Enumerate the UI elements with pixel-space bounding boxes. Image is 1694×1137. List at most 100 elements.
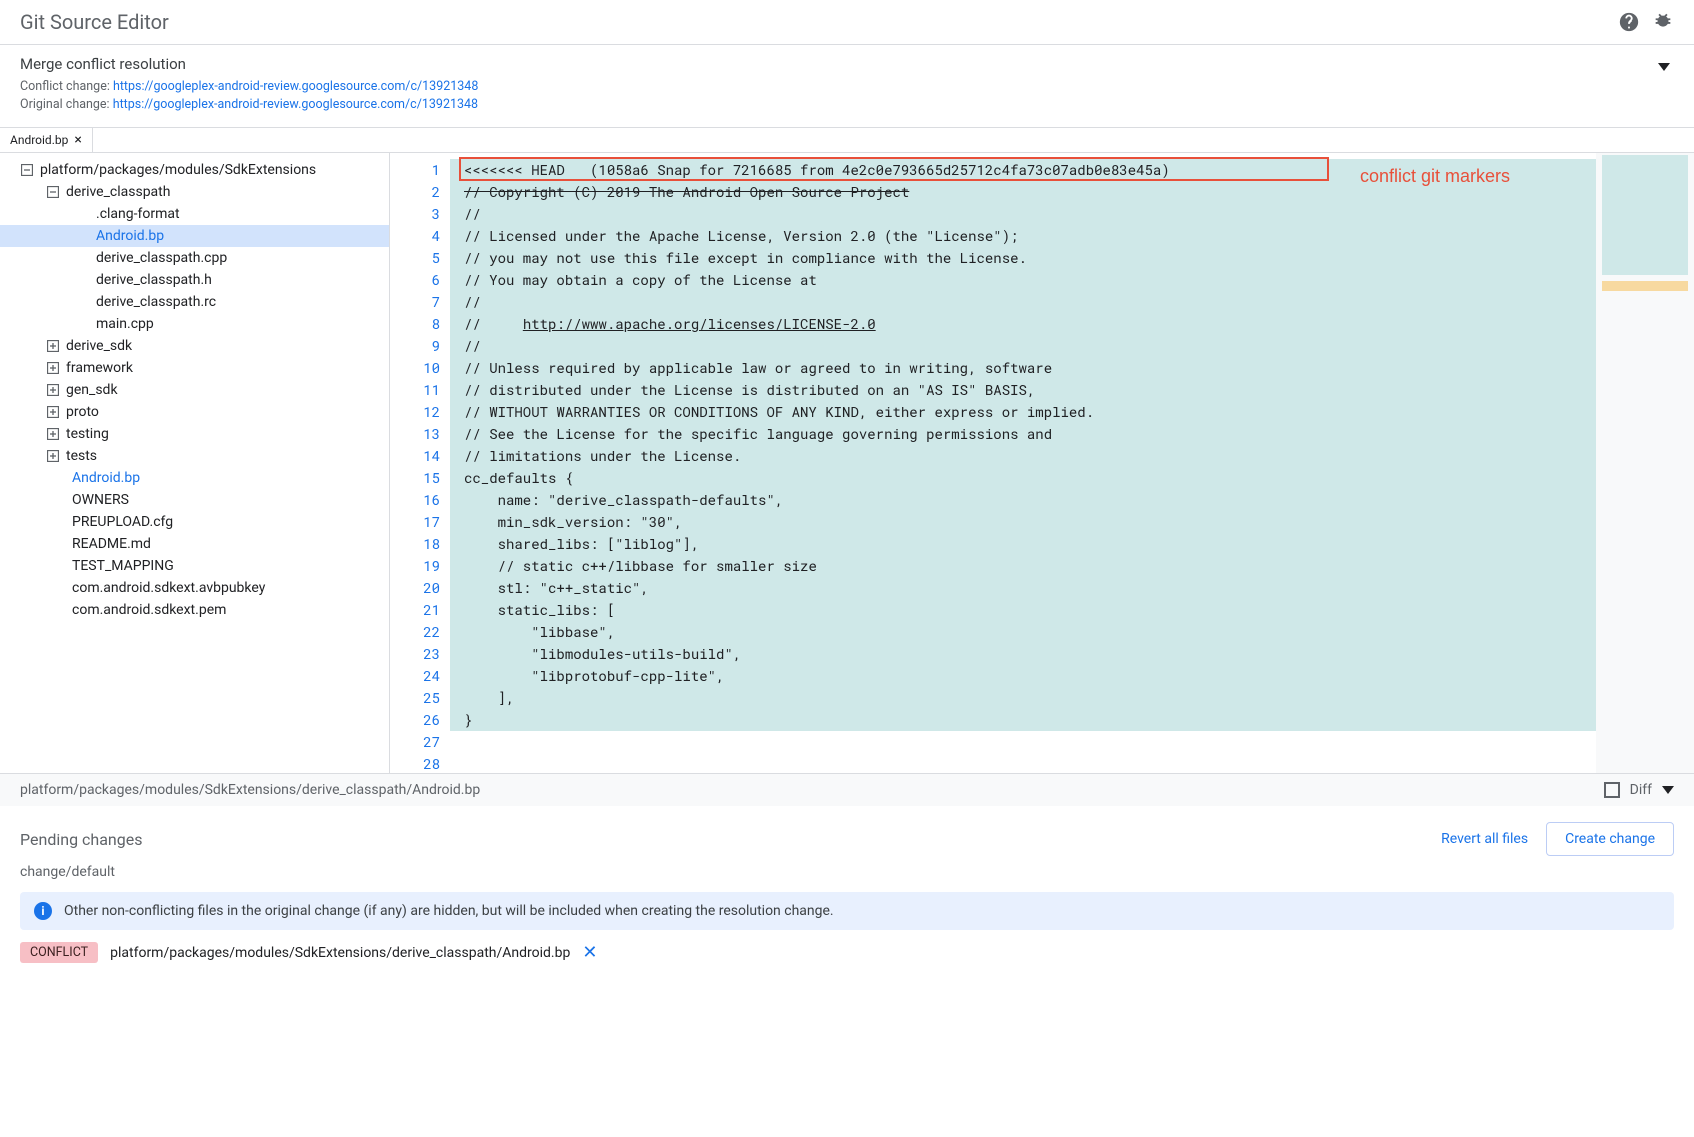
- code-line[interactable]: // you may not use this file except in c…: [450, 247, 1596, 269]
- code-area[interactable]: conflict git markers <<<<<<< HEAD (1058a…: [450, 153, 1596, 773]
- tree-item[interactable]: Android.bp: [0, 225, 389, 247]
- tree-item-label: Android.bp: [96, 228, 164, 244]
- conflict-badge: CONFLICT: [20, 942, 98, 963]
- expand-icon[interactable]: [46, 361, 60, 375]
- tree-item[interactable]: .clang-format: [0, 203, 389, 225]
- code-line[interactable]: // You may obtain a copy of the License …: [450, 269, 1596, 291]
- tree-item[interactable]: derive_classpath: [0, 181, 389, 203]
- tree-item[interactable]: proto: [0, 401, 389, 423]
- code-line[interactable]: // static c++/libbase for smaller size: [450, 555, 1596, 577]
- tree-item-label: README.md: [72, 536, 151, 552]
- pending-bar: Pending changes Revert all files Create …: [0, 806, 1694, 864]
- original-change-link[interactable]: https://googleplex-android-review.google…: [113, 97, 478, 112]
- editor[interactable]: 1234567891011121314151617181920212223242…: [390, 153, 1694, 773]
- file-tree: platform/packages/modules/SdkExtensions d…: [0, 153, 390, 773]
- expand-icon[interactable]: [46, 449, 60, 463]
- info-icon: i: [34, 902, 52, 920]
- expand-icon[interactable]: [46, 383, 60, 397]
- tree-item-label: framework: [66, 360, 133, 376]
- code-line[interactable]: ],: [450, 687, 1596, 709]
- tree-item[interactable]: framework: [0, 357, 389, 379]
- code-line[interactable]: // Unless required by applicable law or …: [450, 357, 1596, 379]
- code-line[interactable]: cc_defaults {: [450, 467, 1596, 489]
- conflict-change-link[interactable]: https://googleplex-android-review.google…: [113, 79, 478, 94]
- tree-item[interactable]: platform/packages/modules/SdkExtensions: [0, 159, 389, 181]
- tree-item[interactable]: derive_sdk: [0, 335, 389, 357]
- diff-label: Diff: [1630, 782, 1652, 798]
- code-line[interactable]: //: [450, 291, 1596, 313]
- code-line[interactable]: // distributed under the License is dist…: [450, 379, 1596, 401]
- code-line[interactable]: // Licensed under the Apache License, Ve…: [450, 225, 1596, 247]
- conflict-file-row: CONFLICT platform/packages/modules/SdkEx…: [0, 930, 1694, 975]
- tree-item[interactable]: testing: [0, 423, 389, 445]
- collapse-icon[interactable]: [20, 163, 34, 177]
- tree-item-label: proto: [66, 404, 99, 420]
- tree-item[interactable]: gen_sdk: [0, 379, 389, 401]
- code-line[interactable]: }: [450, 709, 1596, 731]
- tree-item-label: platform/packages/modules/SdkExtensions: [40, 162, 316, 178]
- conflict-change-label: Conflict change:: [20, 79, 113, 94]
- expand-icon[interactable]: [46, 405, 60, 419]
- tree-item-label: OWNERS: [72, 492, 129, 508]
- tree-item[interactable]: derive_classpath.cpp: [0, 247, 389, 269]
- code-line[interactable]: shared_libs: ["liblog"],: [450, 533, 1596, 555]
- tree-item[interactable]: tests: [0, 445, 389, 467]
- tab-android-bp[interactable]: Android.bp ×: [0, 128, 93, 152]
- code-line[interactable]: //: [450, 203, 1596, 225]
- tree-item[interactable]: derive_classpath.h: [0, 269, 389, 291]
- code-line[interactable]: name: "derive_classpath-defaults",: [450, 489, 1596, 511]
- code-line[interactable]: "libbase",: [450, 621, 1596, 643]
- code-line[interactable]: stl: "c++_static",: [450, 577, 1596, 599]
- code-line[interactable]: min_sdk_version: "30",: [450, 511, 1596, 533]
- conflict-header: Merge conflict resolution Conflict chang…: [0, 45, 1694, 128]
- remove-file-icon[interactable]: ✕: [582, 942, 597, 963]
- close-icon[interactable]: ×: [74, 132, 81, 148]
- tree-item[interactable]: TEST_MAPPING: [0, 555, 389, 577]
- tree-item[interactable]: PREUPLOAD.cfg: [0, 511, 389, 533]
- original-change-label: Original change:: [20, 97, 113, 112]
- expand-icon[interactable]: [46, 427, 60, 441]
- tree-item-label: derive_classpath.cpp: [96, 250, 227, 266]
- tree-item-label: com.android.sdkext.avbpubkey: [72, 580, 265, 596]
- create-change-button[interactable]: Create change: [1546, 822, 1674, 856]
- expand-icon[interactable]: [46, 339, 60, 353]
- collapse-icon[interactable]: [1658, 63, 1670, 71]
- bug-icon[interactable]: [1652, 11, 1674, 33]
- chevron-down-icon[interactable]: [1662, 786, 1674, 794]
- pathbar-path: platform/packages/modules/SdkExtensions/…: [20, 782, 480, 798]
- tree-item-label: PREUPLOAD.cfg: [72, 514, 173, 530]
- code-line[interactable]: // WITHOUT WARRANTIES OR CONDITIONS OF A…: [450, 401, 1596, 423]
- tabs: Android.bp ×: [0, 128, 1694, 153]
- info-text: Other non-conflicting files in the origi…: [64, 903, 834, 919]
- help-icon[interactable]: [1618, 11, 1640, 33]
- tree-item[interactable]: com.android.sdkext.avbpubkey: [0, 577, 389, 599]
- tree-item-label: gen_sdk: [66, 382, 118, 398]
- revert-all-button[interactable]: Revert all files: [1441, 831, 1528, 847]
- tree-item[interactable]: com.android.sdkext.pem: [0, 599, 389, 621]
- tree-item-label: .clang-format: [96, 206, 180, 222]
- page-title: Git Source Editor: [20, 10, 169, 34]
- tree-item[interactable]: Android.bp: [0, 467, 389, 489]
- code-line[interactable]: // http://www.apache.org/licenses/LICENS…: [450, 313, 1596, 335]
- code-line[interactable]: // limitations under the License.: [450, 445, 1596, 467]
- tree-item-label: main.cpp: [96, 316, 154, 332]
- tree-item[interactable]: derive_classpath.rc: [0, 291, 389, 313]
- header: Git Source Editor: [0, 0, 1694, 45]
- code-line[interactable]: static_libs: [: [450, 599, 1596, 621]
- pending-title: Pending changes: [20, 830, 142, 849]
- tree-item-label: derive_sdk: [66, 338, 132, 354]
- tree-item[interactable]: main.cpp: [0, 313, 389, 335]
- tree-item-label: com.android.sdkext.pem: [72, 602, 226, 618]
- code-line[interactable]: //: [450, 335, 1596, 357]
- collapse-icon[interactable]: [46, 185, 60, 199]
- code-line[interactable]: // See the License for the specific lang…: [450, 423, 1596, 445]
- tree-item[interactable]: README.md: [0, 533, 389, 555]
- tree-item-label: derive_classpath.rc: [96, 294, 216, 310]
- tree-item-label: derive_classpath: [66, 184, 170, 200]
- code-line[interactable]: "libmodules-utils-build",: [450, 643, 1596, 665]
- change-row: change/default: [0, 864, 1694, 892]
- minimap[interactable]: [1596, 153, 1694, 773]
- tree-item[interactable]: OWNERS: [0, 489, 389, 511]
- diff-checkbox[interactable]: [1604, 782, 1620, 798]
- code-line[interactable]: "libprotobuf-cpp-lite",: [450, 665, 1596, 687]
